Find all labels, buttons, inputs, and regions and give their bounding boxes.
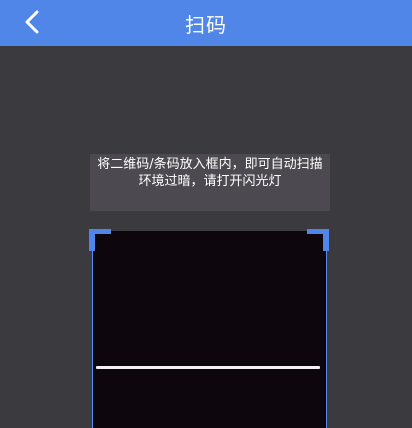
top-bar: 扫码 <box>0 0 412 46</box>
scan-instruction-text: 将二维码/条码放入框内，即可自动扫描 <box>97 157 323 172</box>
back-button[interactable] <box>18 7 46 37</box>
viewfinder-corner-top-left-h <box>89 229 111 234</box>
scan-viewfinder[interactable] <box>92 231 327 428</box>
chevron-left-icon <box>25 10 39 34</box>
low-light-hint-text: 环境过暗，请打开闪光灯 <box>138 174 282 189</box>
scan-line <box>96 366 320 369</box>
page-title: 扫码 <box>185 12 227 37</box>
scan-tip: 将二维码/条码放入框内，即可自动扫描 环境过暗，请打开闪光灯 <box>90 154 330 211</box>
viewfinder-corner-top-right-h <box>307 229 329 234</box>
